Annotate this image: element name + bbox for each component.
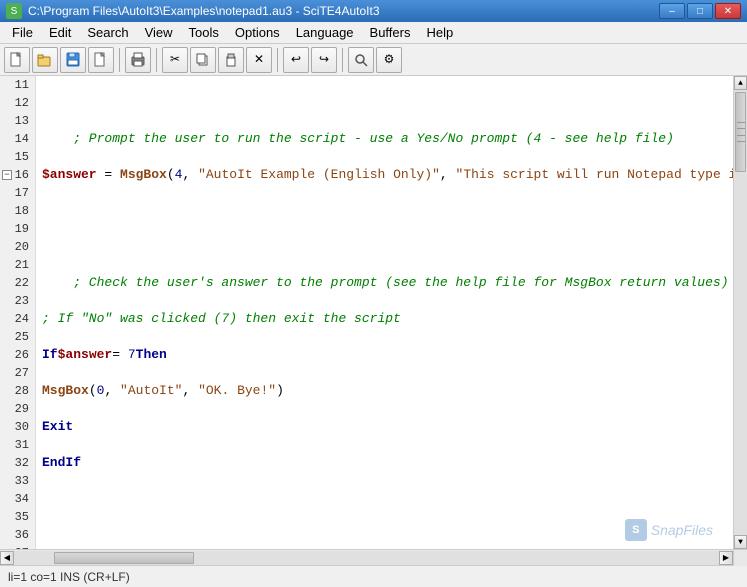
fold-marker-16[interactable]: −	[2, 170, 12, 180]
open-button[interactable]	[32, 47, 58, 73]
line-num-28: 28	[0, 382, 35, 400]
line-20: Exit	[42, 418, 733, 436]
line-num-24: 24	[0, 310, 35, 328]
scroll-track[interactable]	[734, 90, 747, 535]
bottom-scrollbar-area: ◀ ▶	[0, 549, 747, 565]
menu-edit[interactable]: Edit	[41, 23, 79, 42]
status-text: li=1 co=1 INS (CR+LF)	[8, 570, 130, 584]
line-num-14: 14	[0, 130, 35, 148]
toolbar-separator-1	[119, 48, 120, 72]
line-num-29: 29	[0, 400, 35, 418]
scroll-right-button[interactable]: ▶	[719, 551, 733, 565]
close-button[interactable]: ✕	[715, 3, 741, 19]
menu-buffers[interactable]: Buffers	[362, 23, 419, 42]
title-bar: S C:\Program Files\AutoIt3\Examples\note…	[0, 0, 747, 22]
scroll-thumb[interactable]	[735, 92, 746, 172]
line-12: ; Prompt the user to run the script - us…	[42, 130, 733, 148]
line-num-18: 18	[0, 202, 35, 220]
line-num-21: 21	[0, 256, 35, 274]
line-num-19: 19	[0, 220, 35, 238]
paste-button[interactable]	[218, 47, 244, 73]
menu-file[interactable]: File	[4, 23, 41, 42]
line-num-36: 36	[0, 526, 35, 544]
minimize-button[interactable]: –	[659, 3, 685, 19]
scroll-left-button[interactable]: ◀	[0, 551, 14, 565]
reload-button[interactable]	[88, 47, 114, 73]
line-16: ; Check the user's answer to the prompt …	[42, 274, 733, 292]
line-num-27: 27	[0, 364, 35, 382]
redo-button[interactable]: ↪	[311, 47, 337, 73]
line-num-33: 33	[0, 472, 35, 490]
toolbar-separator-3	[277, 48, 278, 72]
line-num-15: 15	[0, 148, 35, 166]
line-num-22: 22	[0, 274, 35, 292]
line-14	[42, 202, 733, 220]
maximize-button[interactable]: □	[687, 3, 713, 19]
line-num-25: 25	[0, 328, 35, 346]
line-num-20: 20	[0, 238, 35, 256]
line-num-32: 32	[0, 454, 35, 472]
line-num-26: 26	[0, 346, 35, 364]
new-button[interactable]	[4, 47, 30, 73]
line-num-11: 11	[0, 76, 35, 94]
cut-button[interactable]: ✂	[162, 47, 188, 73]
line-num-12: 12	[0, 94, 35, 112]
menu-language[interactable]: Language	[288, 23, 362, 42]
line-num-37: 37	[0, 544, 35, 549]
code-content: ; Prompt the user to run the script - us…	[36, 76, 733, 549]
line-15	[42, 238, 733, 256]
horizontal-scrollbar[interactable]: ◀ ▶	[0, 550, 733, 565]
window-controls: – □ ✕	[659, 3, 741, 19]
line-num-17: 17	[0, 184, 35, 202]
menu-view[interactable]: View	[137, 23, 181, 42]
line-19: MsgBox(0, "AutoIt", "OK. Bye!")	[42, 382, 733, 400]
line-num-35: 35	[0, 508, 35, 526]
menu-bar: File Edit Search View Tools Options Lang…	[0, 22, 747, 44]
menu-tools[interactable]: Tools	[181, 23, 227, 42]
scroll-h-track[interactable]	[14, 551, 719, 565]
scroll-down-button[interactable]: ▼	[734, 535, 747, 549]
toolbar: ✂ ✕ ↩ ↪ ⚙	[0, 44, 747, 76]
menu-search[interactable]: Search	[79, 23, 136, 42]
vertical-scrollbar[interactable]: ▲ ▼	[733, 76, 747, 549]
window-title: C:\Program Files\AutoIt3\Examples\notepa…	[28, 4, 380, 18]
find-button[interactable]	[348, 47, 374, 73]
line-num-34: 34	[0, 490, 35, 508]
line-11	[42, 94, 733, 112]
line-22	[42, 490, 733, 508]
save-button[interactable]	[60, 47, 86, 73]
line-num-23: 23	[0, 292, 35, 310]
line-21: EndIf	[42, 454, 733, 472]
code-scroll[interactable]: ; Prompt the user to run the script - us…	[36, 76, 733, 549]
line-17: ; If "No" was clicked (7) then exit the …	[42, 310, 733, 328]
line-23	[42, 526, 733, 544]
app-icon: S	[6, 3, 22, 19]
tools-button[interactable]: ⚙	[376, 47, 402, 73]
undo-button[interactable]: ↩	[283, 47, 309, 73]
scroll-h-thumb[interactable]	[54, 552, 194, 564]
code-area[interactable]: ; Prompt the user to run the script - us…	[36, 76, 733, 549]
toolbar-separator-2	[156, 48, 157, 72]
print-button[interactable]	[125, 47, 151, 73]
line-numbers: 11 12 13 14 15 − 16 17 18 19 20 21 22 23…	[0, 76, 36, 549]
menu-help[interactable]: Help	[418, 23, 461, 42]
scrollbar-corner	[733, 550, 747, 566]
delete-button[interactable]: ✕	[246, 47, 272, 73]
line-13: $answer = MsgBox(4, "AutoIt Example (Eng…	[42, 166, 733, 184]
line-num-13: 13	[0, 112, 35, 130]
status-bar: li=1 co=1 INS (CR+LF)	[0, 565, 747, 587]
scroll-up-button[interactable]: ▲	[734, 76, 747, 90]
toolbar-separator-4	[342, 48, 343, 72]
editor-container: 11 12 13 14 15 − 16 17 18 19 20 21 22 23…	[0, 76, 747, 549]
line-num-16: − 16	[0, 166, 35, 184]
scroll-grip	[737, 122, 745, 142]
line-18: If $answer = 7 Then	[42, 346, 733, 364]
line-num-30: 30	[0, 418, 35, 436]
menu-options[interactable]: Options	[227, 23, 288, 42]
line-num-31: 31	[0, 436, 35, 454]
copy-button[interactable]	[190, 47, 216, 73]
